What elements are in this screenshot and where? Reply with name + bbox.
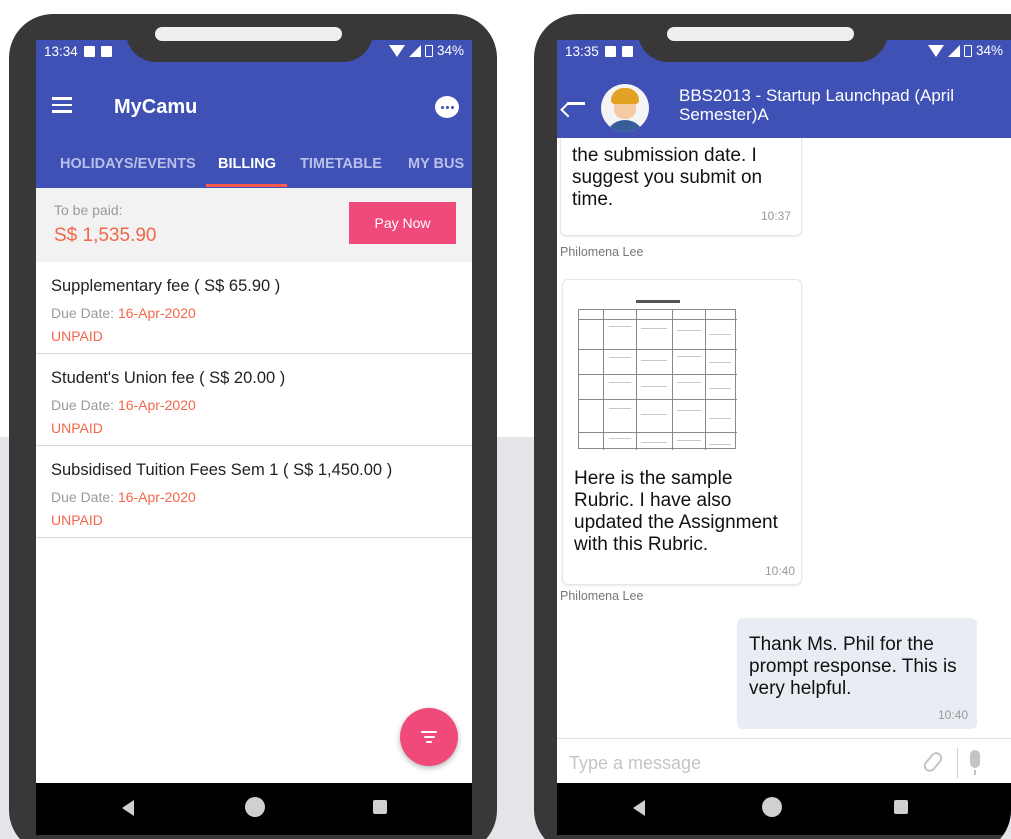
nav-recents-icon[interactable] [894, 800, 908, 814]
microphone-icon[interactable] [970, 750, 980, 775]
fee-list-item[interactable]: Supplementary fee ( S$ 65.90 ) Due Date:… [36, 262, 472, 354]
to-be-paid-amount: S$ 1,535.90 [54, 225, 157, 246]
phone-right: 13:35 34% BBS2013 - Startup Launchpad (A… [534, 14, 1011, 839]
filter-icon [421, 731, 437, 733]
speaker [155, 27, 342, 41]
divider [957, 748, 958, 778]
battery-icon [424, 44, 433, 57]
speaker [667, 27, 854, 41]
message-icon [100, 45, 112, 57]
attachment-icon[interactable] [921, 749, 945, 775]
tab-my-bus[interactable]: MY BUS [408, 156, 464, 172]
message-input[interactable] [569, 751, 869, 775]
menu-icon[interactable] [52, 97, 72, 113]
wifi-icon [927, 44, 944, 57]
message-time: 10:37 [760, 209, 791, 223]
message-text: Here is the sample Rubric. I have also u… [574, 468, 778, 555]
fee-title: Subsidised Tuition Fees Sem 1 ( S$ 1,450… [51, 461, 393, 479]
nav-home-icon[interactable] [245, 797, 265, 817]
amount-due-panel: To be paid: S$ 1,535.90 Pay Now [36, 188, 472, 262]
tab-billing[interactable]: BILLING [218, 156, 276, 172]
tab-holidays-events[interactable]: HOLIDAYS/EVENTS [60, 156, 196, 172]
incoming-message[interactable]: the submission date. I suggest you submi… [560, 138, 802, 236]
outgoing-message[interactable]: Thank Ms. Phil for the prompt response. … [737, 618, 977, 729]
incoming-message[interactable]: Here is the sample Rubric. I have also u… [562, 279, 802, 585]
android-nav-bar [557, 783, 1011, 835]
battery-icon [963, 44, 972, 57]
message-text: the submission date. I suggest you submi… [572, 145, 763, 210]
fee-due-date: Due Date: 16-Apr-2020 [51, 305, 196, 321]
fee-due-date: Due Date: 16-Apr-2020 [51, 397, 196, 413]
fee-status: UNPAID [51, 420, 103, 436]
message-icon [621, 45, 633, 57]
phone-notch [126, 14, 373, 62]
signal-icon [408, 44, 421, 57]
message-time: 10:40 [764, 564, 795, 578]
nav-back-icon[interactable] [122, 800, 134, 816]
sender-name: Philomena Lee [560, 589, 644, 603]
tab-bar: HOLIDAYS/EVENTS BILLING TIMETABLE MY BUS [36, 138, 472, 188]
status-time: 13:35 [565, 43, 599, 59]
tab-timetable[interactable]: TIMETABLE [300, 156, 382, 172]
wifi-icon [388, 44, 405, 57]
message-input-bar [557, 738, 1011, 785]
chat-title[interactable]: BBS2013 - Startup Launchpad (April Semes… [679, 86, 999, 124]
gallery-icon [83, 45, 95, 57]
nav-home-icon[interactable] [762, 797, 782, 817]
gallery-icon [604, 45, 616, 57]
app-title: MyCamu [114, 96, 198, 118]
status-right: 34% [388, 43, 464, 58]
fee-list-item[interactable]: Student's Union fee ( S$ 20.00 ) Due Dat… [36, 354, 472, 446]
fee-title: Supplementary fee ( S$ 65.90 ) [51, 277, 281, 295]
filter-button[interactable] [400, 708, 458, 766]
phone-notch [638, 14, 888, 62]
back-arrow-icon[interactable] [567, 102, 585, 105]
android-nav-bar [36, 783, 472, 835]
phone-left: 13:34 34% MyCamu HOLIDAYS/EVENTS BILLING… [9, 14, 497, 839]
billing-screen: 13:34 34% MyCamu HOLIDAYS/EVENTS BILLING… [36, 40, 472, 835]
message-time: 10:40 [937, 708, 968, 722]
message-list: the submission date. I suggest you submi… [557, 138, 1011, 738]
status-right: 34% [927, 43, 1003, 58]
fee-list-item[interactable]: Subsidised Tuition Fees Sem 1 ( S$ 1,450… [36, 446, 472, 538]
pay-now-button[interactable]: Pay Now [349, 202, 456, 244]
fee-status: UNPAID [51, 328, 103, 344]
fee-status: UNPAID [51, 512, 103, 528]
signal-icon [947, 44, 960, 57]
nav-back-icon[interactable] [633, 800, 645, 816]
message-text: Thank Ms. Phil for the prompt response. … [749, 634, 957, 699]
to-be-paid-label: To be paid: [54, 202, 123, 218]
battery-level: 34% [436, 43, 464, 58]
battery-level: 34% [975, 43, 1003, 58]
chat-bubble-icon[interactable] [435, 96, 459, 118]
status-time: 13:34 [44, 43, 78, 59]
fee-title: Student's Union fee ( S$ 20.00 ) [51, 369, 286, 387]
rubric-image[interactable] [578, 300, 737, 450]
chat-screen: 13:35 34% BBS2013 - Startup Launchpad (A… [557, 40, 1011, 835]
sender-name: Philomena Lee [560, 245, 644, 259]
avatar[interactable] [601, 84, 649, 132]
tab-indicator [206, 184, 287, 187]
fee-due-date: Due Date: 16-Apr-2020 [51, 489, 196, 505]
nav-recents-icon[interactable] [373, 800, 387, 814]
